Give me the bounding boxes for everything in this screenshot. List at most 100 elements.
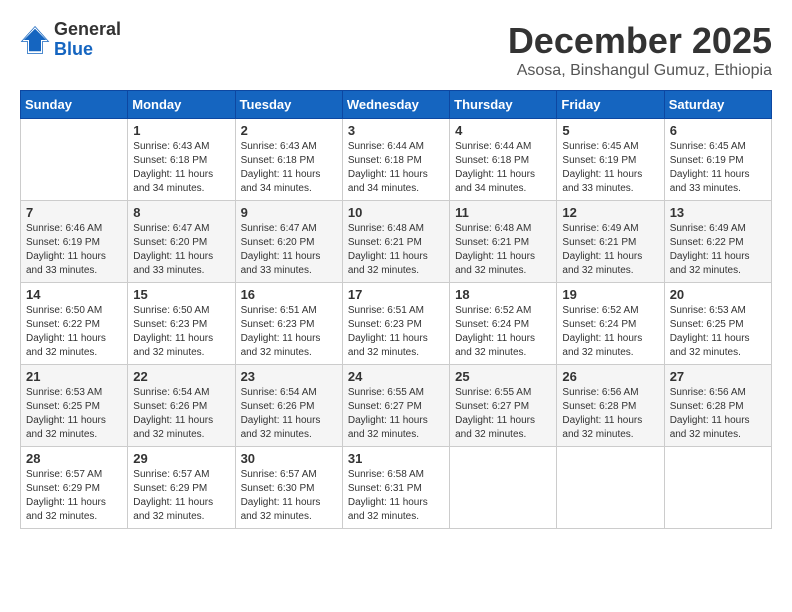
calendar-cell: 13Sunrise: 6:49 AM Sunset: 6:22 PM Dayli… — [664, 201, 771, 283]
day-info: Sunrise: 6:53 AM Sunset: 6:25 PM Dayligh… — [26, 386, 122, 442]
day-info: Sunrise: 6:58 AM Sunset: 6:31 PM Dayligh… — [348, 468, 444, 524]
day-number: 29 — [133, 451, 229, 466]
weekday-header-wednesday: Wednesday — [342, 91, 449, 119]
day-number: 26 — [562, 369, 658, 384]
calendar-cell: 21 Sunrise: 6:53 AM Sunset: 6:25 PM Dayli… — [21, 365, 128, 447]
day-info: Sunrise: 6:52 AM Sunset: 6:24 PM Dayligh… — [562, 304, 658, 360]
day-info: Sunrise: 6:51 AM Sunset: 6:23 PM Dayligh… — [348, 304, 444, 360]
calendar-cell: 31Sunrise: 6:58 AM Sunset: 6:31 PM Dayli… — [342, 447, 449, 529]
day-number: 4 — [455, 123, 551, 138]
day-number: 20 — [670, 287, 766, 302]
day-number: 1 — [133, 123, 229, 138]
day-info: Sunrise: 6:44 AM Sunset: 6:18 PM Dayligh… — [348, 140, 444, 196]
day-number: 17 — [348, 287, 444, 302]
logo: General Blue — [20, 20, 121, 60]
day-number: 24 — [348, 369, 444, 384]
calendar-cell: 8 Sunrise: 6:47 AM Sunset: 6:20 PM Daylig… — [128, 201, 235, 283]
day-number: 10 — [348, 205, 444, 220]
title-area: December 2025 Asosa, Binshangul Gumuz, E… — [508, 20, 772, 80]
weekday-header-row: SundayMondayTuesdayWednesdayThursdayFrid… — [21, 91, 772, 119]
day-number: 7 — [26, 205, 122, 220]
day-number: 2 — [241, 123, 337, 138]
day-info: Sunrise: 6:45 AM Sunset: 6:19 PM Dayligh… — [670, 140, 766, 196]
day-info: Sunrise: 6:50 AM Sunset: 6:22 PM Dayligh… — [26, 304, 122, 360]
day-info: Sunrise: 6:54 AM Sunset: 6:26 PM Dayligh… — [241, 386, 337, 442]
calendar-cell: 28 Sunrise: 6:57 AM Sunset: 6:29 PM Dayli… — [21, 447, 128, 529]
day-info: Sunrise: 6:54 AM Sunset: 6:26 PM Dayligh… — [133, 386, 229, 442]
calendar-cell: 7Sunrise: 6:46 AM Sunset: 6:19 PM Daylig… — [21, 201, 128, 283]
calendar-week-row: 21 Sunrise: 6:53 AM Sunset: 6:25 PM Dayli… — [21, 365, 772, 447]
day-info: Sunrise: 6:47 AM Sunset: 6:20 PM Dayligh… — [241, 222, 337, 278]
weekday-header-saturday: Saturday — [664, 91, 771, 119]
calendar-cell: 17 Sunrise: 6:51 AM Sunset: 6:23 PM Dayli… — [342, 283, 449, 365]
day-number: 18 — [455, 287, 551, 302]
day-number: 21 — [26, 369, 122, 384]
calendar-cell: 15 Sunrise: 6:50 AM Sunset: 6:23 PM Dayli… — [128, 283, 235, 365]
calendar-cell: 16 Sunrise: 6:51 AM Sunset: 6:23 PM Dayli… — [235, 283, 342, 365]
calendar-week-row: 14 Sunrise: 6:50 AM Sunset: 6:22 PM Dayli… — [21, 283, 772, 365]
day-number: 8 — [133, 205, 229, 220]
calendar-cell — [21, 119, 128, 201]
calendar-week-row: 7Sunrise: 6:46 AM Sunset: 6:19 PM Daylig… — [21, 201, 772, 283]
day-number: 11 — [455, 205, 551, 220]
day-info: Sunrise: 6:45 AM Sunset: 6:19 PM Dayligh… — [562, 140, 658, 196]
day-number: 14 — [26, 287, 122, 302]
logo-text: General Blue — [54, 20, 121, 60]
calendar-cell: 23 Sunrise: 6:54 AM Sunset: 6:26 PM Dayli… — [235, 365, 342, 447]
day-info: Sunrise: 6:57 AM Sunset: 6:29 PM Dayligh… — [26, 468, 122, 524]
calendar-cell: 29 Sunrise: 6:57 AM Sunset: 6:29 PM Dayli… — [128, 447, 235, 529]
day-info: Sunrise: 6:43 AM Sunset: 6:18 PM Dayligh… — [241, 140, 337, 196]
day-number: 12 — [562, 205, 658, 220]
calendar-week-row: 28 Sunrise: 6:57 AM Sunset: 6:29 PM Dayli… — [21, 447, 772, 529]
day-number: 30 — [241, 451, 337, 466]
day-info: Sunrise: 6:52 AM Sunset: 6:24 PM Dayligh… — [455, 304, 551, 360]
logo-blue-label: Blue — [54, 40, 121, 60]
calendar-cell: 12 Sunrise: 6:49 AM Sunset: 6:21 PM Dayli… — [557, 201, 664, 283]
calendar-cell: 25Sunrise: 6:55 AM Sunset: 6:27 PM Dayli… — [450, 365, 557, 447]
weekday-header-tuesday: Tuesday — [235, 91, 342, 119]
weekday-header-friday: Friday — [557, 91, 664, 119]
calendar-cell: 14 Sunrise: 6:50 AM Sunset: 6:22 PM Dayli… — [21, 283, 128, 365]
day-number: 13 — [670, 205, 766, 220]
weekday-header-thursday: Thursday — [450, 91, 557, 119]
day-number: 16 — [241, 287, 337, 302]
weekday-header-monday: Monday — [128, 91, 235, 119]
day-info: Sunrise: 6:55 AM Sunset: 6:27 PM Dayligh… — [348, 386, 444, 442]
day-number: 15 — [133, 287, 229, 302]
calendar-cell: 18 Sunrise: 6:52 AM Sunset: 6:24 PM Dayli… — [450, 283, 557, 365]
day-number: 23 — [241, 369, 337, 384]
calendar-cell: 11 Sunrise: 6:48 AM Sunset: 6:21 PM Dayli… — [450, 201, 557, 283]
calendar-cell — [450, 447, 557, 529]
calendar-cell: 30 Sunrise: 6:57 AM Sunset: 6:30 PM Dayli… — [235, 447, 342, 529]
day-number: 19 — [562, 287, 658, 302]
day-info: Sunrise: 6:49 AM Sunset: 6:21 PM Dayligh… — [562, 222, 658, 278]
calendar-cell — [664, 447, 771, 529]
logo-icon — [20, 25, 50, 55]
day-number: 6 — [670, 123, 766, 138]
location-title: Asosa, Binshangul Gumuz, Ethiopia — [508, 62, 772, 80]
day-info: Sunrise: 6:43 AM Sunset: 6:18 PM Dayligh… — [133, 140, 229, 196]
calendar-cell: 9 Sunrise: 6:47 AM Sunset: 6:20 PM Daylig… — [235, 201, 342, 283]
day-info: Sunrise: 6:57 AM Sunset: 6:30 PM Dayligh… — [241, 468, 337, 524]
day-info: Sunrise: 6:48 AM Sunset: 6:21 PM Dayligh… — [455, 222, 551, 278]
day-number: 25 — [455, 369, 551, 384]
calendar-cell: 26 Sunrise: 6:56 AM Sunset: 6:28 PM Dayli… — [557, 365, 664, 447]
day-number: 5 — [562, 123, 658, 138]
day-info: Sunrise: 6:44 AM Sunset: 6:18 PM Dayligh… — [455, 140, 551, 196]
day-number: 9 — [241, 205, 337, 220]
month-year-title: December 2025 — [508, 20, 772, 62]
day-number: 22 — [133, 369, 229, 384]
day-info: Sunrise: 6:57 AM Sunset: 6:29 PM Dayligh… — [133, 468, 229, 524]
calendar-cell: 3Sunrise: 6:44 AM Sunset: 6:18 PM Daylig… — [342, 119, 449, 201]
calendar-cell: 24 Sunrise: 6:55 AM Sunset: 6:27 PM Dayli… — [342, 365, 449, 447]
header: General Blue December 2025 Asosa, Binsha… — [20, 20, 772, 80]
day-info: Sunrise: 6:47 AM Sunset: 6:20 PM Dayligh… — [133, 222, 229, 278]
day-info: Sunrise: 6:51 AM Sunset: 6:23 PM Dayligh… — [241, 304, 337, 360]
calendar-table: SundayMondayTuesdayWednesdayThursdayFrid… — [20, 90, 772, 529]
weekday-header-sunday: Sunday — [21, 91, 128, 119]
calendar-week-row: 1 Sunrise: 6:43 AM Sunset: 6:18 PM Daylig… — [21, 119, 772, 201]
day-number: 28 — [26, 451, 122, 466]
day-info: Sunrise: 6:56 AM Sunset: 6:28 PM Dayligh… — [562, 386, 658, 442]
day-info: Sunrise: 6:50 AM Sunset: 6:23 PM Dayligh… — [133, 304, 229, 360]
day-number: 27 — [670, 369, 766, 384]
